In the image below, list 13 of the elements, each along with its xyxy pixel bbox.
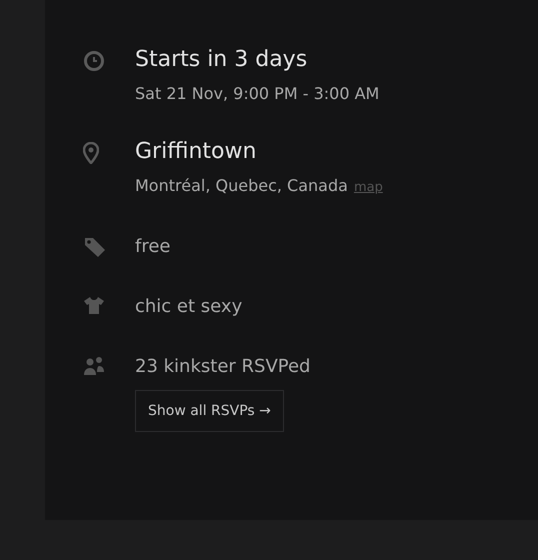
detail-text: free	[135, 235, 170, 259]
detail-subtitle: Sat 21 Nov, 9:00 PM - 3:00 AM	[135, 84, 380, 103]
detail-subtitle: Montréal, Quebec, Canada	[135, 176, 348, 195]
detail-title: Griffintown	[135, 138, 256, 166]
detail-text: 23 kinkster RSVPed	[135, 355, 310, 379]
show-rsvps-button[interactable]: Show all RSVPs →	[135, 390, 284, 432]
detail-title: Starts in 3 days	[135, 46, 308, 74]
people-icon	[83, 356, 105, 376]
detail-text: chic et sexy	[135, 295, 242, 319]
shirt-icon	[83, 296, 105, 314]
tag-icon	[83, 236, 107, 258]
location-pin-icon	[83, 142, 99, 164]
clock-icon	[83, 50, 105, 72]
